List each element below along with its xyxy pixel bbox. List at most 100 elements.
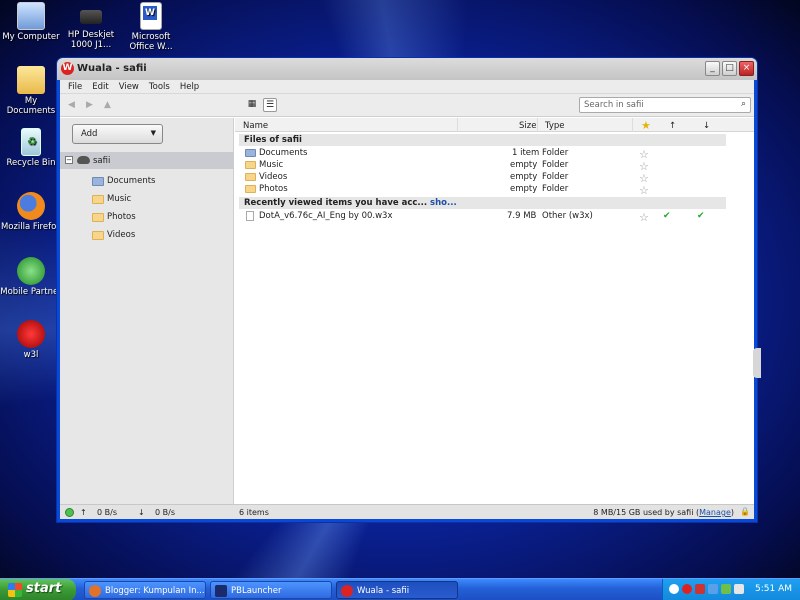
tree-root-safii[interactable]: − safii: [60, 152, 234, 169]
upload-column-icon[interactable]: ↑: [669, 121, 676, 131]
file-row[interactable]: Documents 1 item Folder ☆: [239, 147, 726, 161]
upload-rate: 0 B/s: [97, 508, 117, 517]
antivirus-tray-icon[interactable]: [695, 584, 705, 594]
title-bar[interactable]: W Wuala - safii _ □ ×: [57, 58, 757, 80]
desktop-icon-recycle-bin[interactable]: ♻ Recycle Bin: [0, 128, 62, 168]
file-list: Name Size Type ★ ↑ ↓ Files of safii Docu…: [235, 118, 754, 504]
item-count: 6 items: [239, 508, 269, 517]
task-wuala[interactable]: Wuala - safii: [336, 581, 458, 599]
desktop-icon-label: Recycle Bin: [6, 158, 56, 168]
start-button[interactable]: start: [0, 579, 76, 600]
desktop-icon-mobile-partner[interactable]: Mobile Partner: [0, 257, 62, 297]
desktop-icon-my-documents[interactable]: My Documents: [0, 66, 62, 116]
volume-tray-icon[interactable]: [734, 584, 744, 594]
star-icon[interactable]: ☆: [639, 184, 649, 197]
star-column-icon[interactable]: ★: [641, 119, 651, 132]
clock[interactable]: 5:51 AM: [755, 584, 792, 594]
menu-tools[interactable]: Tools: [144, 80, 175, 93]
file-name: DotA_v6.76c_AI_Eng by 00.w3x: [259, 211, 393, 221]
folder-icon: [17, 66, 45, 94]
download-done-icon: ✔: [697, 211, 705, 221]
column-type[interactable]: Type: [545, 121, 565, 131]
folder-icon: [92, 177, 104, 186]
search-icon[interactable]: ⌕: [741, 99, 746, 109]
desktop-icon-w3l[interactable]: w3l: [0, 320, 62, 360]
star-icon[interactable]: ☆: [639, 211, 649, 224]
grid-view-icon[interactable]: ▦: [245, 98, 259, 112]
w3l-icon: [17, 320, 45, 348]
file-size: empty: [510, 184, 538, 194]
up-arrow-icon[interactable]: ▲: [104, 100, 111, 110]
file-row[interactable]: DotA_v6.76c_AI_Eng by 00.w3x 7.9 MB Othe…: [239, 210, 726, 224]
desktop-icon-word[interactable]: W Microsoft Office W...: [120, 2, 182, 52]
file-row[interactable]: Videos empty Folder ☆: [239, 171, 726, 185]
file-type: Other (w3x): [542, 211, 593, 221]
folder-icon: [92, 213, 104, 222]
network-tray-icon[interactable]: [708, 584, 718, 594]
cloud-icon: [77, 156, 90, 164]
system-tray: 5:51 AM: [662, 579, 800, 600]
mobile-partner-icon: [17, 257, 45, 285]
folder-icon: [92, 231, 104, 240]
menu-file[interactable]: File: [63, 80, 87, 93]
desktop-icon-label: Mozilla Firefox: [0, 222, 62, 232]
back-arrow-icon[interactable]: ◀: [68, 100, 75, 110]
file-row[interactable]: Photos empty Folder ☆: [239, 183, 726, 197]
menu-help[interactable]: Help: [175, 80, 204, 93]
update-tray-icon[interactable]: [721, 584, 731, 594]
search-input[interactable]: Search in safii ⌕: [579, 97, 751, 113]
tree-item-label: Videos: [107, 230, 136, 240]
toolbar: ◀ ▶ ▲ ▦ ☰ Search in safii ⌕: [60, 94, 754, 117]
tray-arrow-icon[interactable]: [669, 584, 679, 594]
status-bar: ↑ 0 B/s ↓ 0 B/s 6 items 8 MB/15 GB used …: [60, 504, 754, 519]
desktop-icon-label: My Documents: [6, 96, 56, 116]
task-label: PBLauncher: [231, 586, 282, 596]
forward-arrow-icon[interactable]: ▶: [86, 100, 93, 110]
column-header: Name Size Type ★ ↑ ↓: [235, 118, 754, 132]
column-size[interactable]: Size: [519, 121, 536, 131]
manage-link[interactable]: Manage: [699, 508, 731, 517]
file-name: Music: [259, 160, 284, 170]
column-name[interactable]: Name: [243, 121, 268, 131]
menu-bar: File Edit View Tools Help: [60, 80, 754, 94]
desktop-icon-firefox[interactable]: Mozilla Firefox: [0, 192, 62, 232]
file-name: Videos: [259, 172, 288, 182]
folder-icon: [245, 149, 256, 157]
tree-item-label: Music: [107, 194, 132, 204]
menu-view[interactable]: View: [114, 80, 144, 93]
wuala-tray-icon[interactable]: [682, 584, 692, 594]
upload-arrow-icon: ↑: [80, 508, 87, 517]
file-name: Documents: [259, 148, 308, 158]
download-column-icon[interactable]: ↓: [703, 121, 710, 131]
desktop-icon-my-computer[interactable]: My Computer: [0, 2, 62, 42]
menu-edit[interactable]: Edit: [87, 80, 113, 93]
task-label: Wuala - safii: [357, 586, 410, 596]
group-title: Recently viewed items you have acc...: [244, 198, 428, 208]
wuala-logo-icon: [341, 585, 353, 597]
close-button[interactable]: ×: [739, 61, 754, 76]
folder-icon: [245, 185, 256, 193]
list-view-icon[interactable]: ☰: [263, 98, 277, 112]
window-client: File Edit View Tools Help ◀ ▶ ▲ ▦ ☰ Sear…: [60, 80, 754, 519]
usage-suffix: ): [730, 508, 734, 517]
file-size: empty: [510, 172, 538, 182]
desktop-icon-printer[interactable]: HP Deskjet 1000 J1...: [60, 2, 122, 50]
download-arrow-icon: ↓: [138, 508, 145, 517]
show-more-link[interactable]: sho...: [427, 198, 457, 208]
maximize-button[interactable]: □: [722, 61, 737, 76]
task-pblauncher[interactable]: PBLauncher: [210, 581, 332, 599]
sidebar: Add ▼ − safii Documents Music Photos Vid…: [60, 118, 234, 504]
file-row[interactable]: Music empty Folder ☆: [239, 159, 726, 173]
task-blogger[interactable]: Blogger: Kumpulan In...: [84, 581, 206, 599]
word-document-icon: W: [140, 2, 162, 30]
minimize-button[interactable]: _: [705, 61, 720, 76]
file-name: Photos: [259, 184, 288, 194]
tree-root-label: safii: [93, 156, 111, 166]
lock-icon[interactable]: 🔒: [740, 507, 750, 516]
folder-icon: [245, 173, 256, 181]
add-button[interactable]: Add ▼: [72, 124, 163, 144]
file-type: Folder: [542, 184, 569, 194]
side-panel-handle[interactable]: [753, 348, 761, 378]
search-placeholder: Search in safii: [584, 100, 644, 110]
collapse-icon[interactable]: −: [65, 156, 73, 164]
